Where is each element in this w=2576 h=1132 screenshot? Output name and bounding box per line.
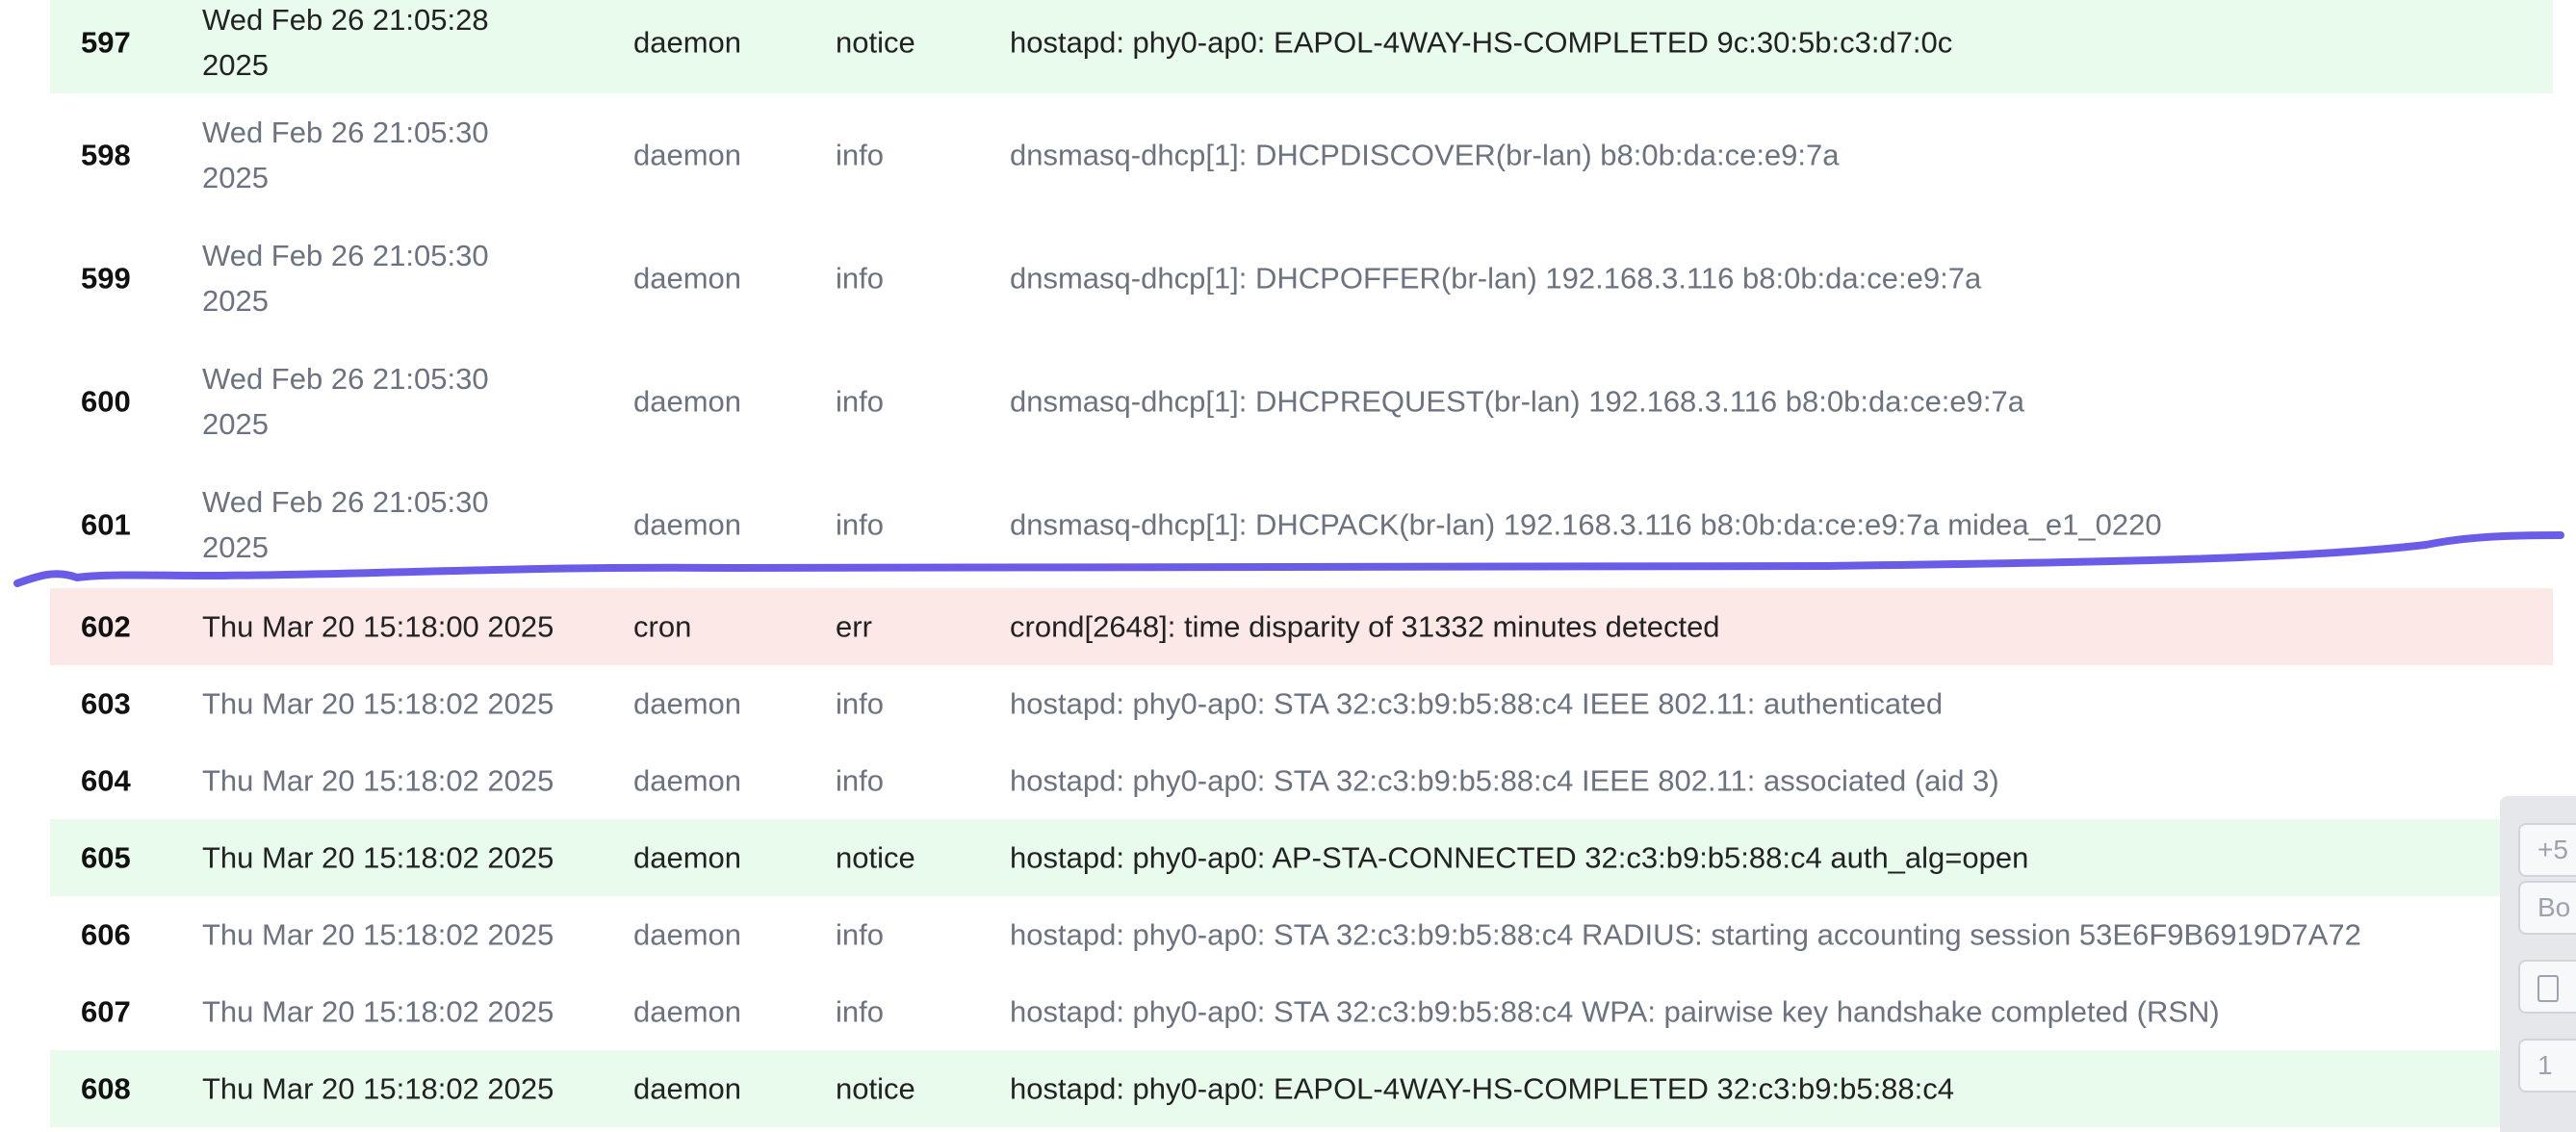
row-message: hostapd: phy0-ap0: EAPOL-4WAY-HS-COMPLET… (1010, 1071, 1955, 1106)
row-number: 605 (81, 840, 131, 875)
row-message: hostapd: phy0-ap0: AP-STA-CONNECTED 32:c… (1010, 840, 2029, 875)
row-level: info (836, 507, 884, 542)
row-number: 603 (81, 686, 131, 721)
row-timestamp: Thu Mar 20 15:18:02 2025 (202, 840, 554, 875)
log-row-599: 599 Wed Feb 26 21:05:30 2025 daemon info… (50, 217, 2553, 340)
row-message: hostapd: phy0-ap0: EAPOL-4WAY-HS-COMPLET… (1010, 25, 1953, 59)
floating-side-panel: +5 Bo 1 (2500, 796, 2576, 1132)
row-message: hostapd: phy0-ap0: STA 32:c3:b9:b5:88:c4… (1010, 763, 1999, 798)
row-facility: daemon (633, 507, 742, 542)
row-number: 600 (81, 384, 131, 419)
row-facility: daemon (633, 994, 742, 1029)
row-timestamp: Wed Feb 26 21:05:28 2025 (202, 2, 489, 82)
row-facility: daemon (633, 1071, 742, 1106)
row-timestamp: Thu Mar 20 15:18:00 2025 (202, 609, 554, 644)
row-message: dnsmasq-dhcp[1]: DHCPREQUEST(br-lan) 192… (1010, 384, 2024, 419)
log-row-605: 605 Thu Mar 20 15:18:02 2025 daemon noti… (50, 819, 2553, 896)
panel-button-one[interactable]: 1 (2518, 1039, 2576, 1093)
row-facility: daemon (633, 25, 742, 59)
row-number: 601 (81, 507, 131, 542)
row-timestamp: Thu Mar 20 15:18:02 2025 (202, 686, 554, 721)
row-facility: daemon (633, 763, 742, 798)
row-level: err (836, 609, 872, 644)
row-number: 598 (81, 138, 131, 172)
log-row-600: 600 Wed Feb 26 21:05:30 2025 daemon info… (50, 340, 2553, 463)
row-message: hostapd: phy0-ap0: STA 32:c3:b9:b5:88:c4… (1010, 994, 2220, 1029)
row-facility: cron (633, 609, 692, 644)
row-level: notice (836, 1071, 915, 1106)
row-number: 602 (81, 609, 131, 644)
row-number: 599 (81, 261, 131, 296)
row-message: dnsmasq-dhcp[1]: DHCPOFFER(br-lan) 192.1… (1010, 261, 1982, 296)
row-timestamp: Thu Mar 20 15:18:02 2025 (202, 917, 554, 952)
log-row-608: 608 Thu Mar 20 15:18:02 2025 daemon noti… (50, 1050, 2553, 1127)
row-level: info (836, 686, 884, 721)
row-facility: daemon (633, 384, 742, 419)
log-row-607: 607 Thu Mar 20 15:18:02 2025 daemon info… (50, 973, 2553, 1050)
log-row-597: 597 Wed Feb 26 21:05:28 2025 daemon noti… (50, 0, 2553, 93)
row-message: dnsmasq-dhcp[1]: DHCPACK(br-lan) 192.168… (1010, 507, 2162, 542)
row-level: info (836, 384, 884, 419)
row-level: info (836, 994, 884, 1029)
row-level: notice (836, 840, 915, 875)
row-number: 608 (81, 1071, 131, 1106)
row-number: 604 (81, 763, 131, 798)
log-row-606: 606 Thu Mar 20 15:18:02 2025 daemon info… (50, 896, 2553, 973)
row-facility: daemon (633, 686, 742, 721)
panel-checkbox-button[interactable] (2518, 960, 2576, 1014)
row-facility: daemon (633, 261, 742, 296)
row-message: dnsmasq-dhcp[1]: DHCPDISCOVER(br-lan) b8… (1010, 138, 1840, 172)
row-timestamp: Wed Feb 26 21:05:30 2025 (202, 485, 489, 564)
row-facility: daemon (633, 840, 742, 875)
row-facility: daemon (633, 917, 742, 952)
row-timestamp: Thu Mar 20 15:18:02 2025 (202, 994, 554, 1029)
row-facility: daemon (633, 138, 742, 172)
row-number: 606 (81, 917, 131, 952)
row-level: notice (836, 25, 915, 59)
row-timestamp: Thu Mar 20 15:18:02 2025 (202, 1071, 554, 1106)
row-timestamp: Wed Feb 26 21:05:30 2025 (202, 116, 489, 194)
log-row-601: 601 Wed Feb 26 21:05:30 2025 daemon info… (50, 463, 2553, 586)
log-row-602: 602 Thu Mar 20 15:18:00 2025 cron err cr… (50, 588, 2553, 665)
checkbox-icon (2537, 974, 2559, 1002)
row-number: 597 (81, 25, 131, 59)
row-level: info (836, 763, 884, 798)
row-timestamp: Wed Feb 26 21:05:30 2025 (202, 362, 489, 441)
row-level: info (836, 917, 884, 952)
panel-button-bo[interactable]: Bo (2518, 881, 2576, 935)
panel-button-plus[interactable]: +5 (2518, 823, 2576, 877)
log-row-604: 604 Thu Mar 20 15:18:02 2025 daemon info… (50, 742, 2553, 819)
log-row-598: 598 Wed Feb 26 21:05:30 2025 daemon info… (50, 93, 2553, 217)
row-level: info (836, 138, 884, 172)
log-row-603: 603 Thu Mar 20 15:18:02 2025 daemon info… (50, 665, 2553, 742)
row-number: 607 (81, 994, 131, 1029)
row-message: hostapd: phy0-ap0: STA 32:c3:b9:b5:88:c4… (1010, 917, 2361, 952)
row-timestamp: Wed Feb 26 21:05:30 2025 (202, 239, 489, 318)
row-message: hostapd: phy0-ap0: STA 32:c3:b9:b5:88:c4… (1010, 686, 1944, 721)
row-message: crond[2648]: time disparity of 31332 min… (1010, 609, 1720, 644)
row-timestamp: Thu Mar 20 15:18:02 2025 (202, 763, 554, 798)
row-level: info (836, 261, 884, 296)
